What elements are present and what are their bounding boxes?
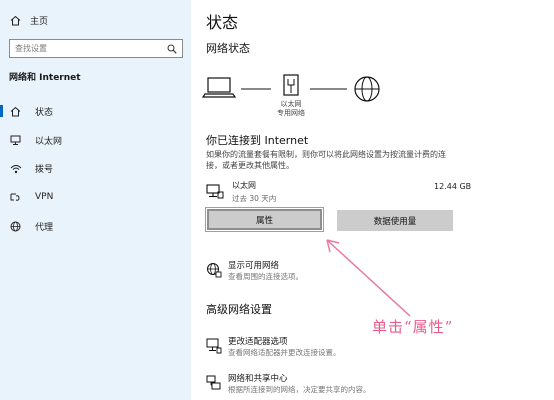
sidebar-section-label: 网络和 Internet bbox=[9, 73, 81, 83]
sidebar-item-label: 以太网 bbox=[35, 136, 63, 147]
sharing-center-title: 网络和共享中心 bbox=[228, 374, 288, 384]
main-content: 状态 网络状态 以太网 专用网络 你已连接到 Internet 如果你的流量套餐… bbox=[191, 0, 554, 400]
sidebar-item-label: 代理 bbox=[35, 222, 54, 233]
sidebar-item-vpn[interactable]: VPN bbox=[0, 187, 191, 207]
annotation-text: 单击“属性” bbox=[372, 318, 454, 336]
connected-description: 如果你的流量套餐有限制，则你可以将此网络设置为按流量计费的连接，或者更改其他属性… bbox=[206, 150, 446, 170]
advanced-settings-title: 高级网络设置 bbox=[206, 303, 272, 316]
show-networks-link[interactable]: 显示可用网络 查看周围的连接选项。 bbox=[206, 259, 406, 287]
search-icon[interactable] bbox=[167, 44, 177, 54]
ethernet-network-icon bbox=[206, 184, 224, 199]
adapter-caption: 以太网 专用网络 bbox=[266, 100, 316, 118]
adapter-network-type: 专用网络 bbox=[277, 109, 305, 117]
network-data-used: 12.44 GB bbox=[434, 182, 472, 191]
sidebar-item-status[interactable]: 状态 bbox=[0, 101, 191, 121]
data-usage-button[interactable]: 数据使用量 bbox=[337, 210, 453, 231]
change-adapter-options-link[interactable]: 更改适配器选项 查看网络适配器并更改连接设置。 bbox=[206, 335, 406, 363]
home-status-icon bbox=[10, 106, 24, 117]
home-label: 主页 bbox=[30, 16, 49, 27]
network-sharing-center-link[interactable]: 网络和共享中心 根据所连接到的网络，决定要共享的内容。 bbox=[206, 372, 406, 400]
show-networks-desc: 查看周围的连接选项。 bbox=[228, 272, 303, 281]
globe-network-icon bbox=[207, 263, 222, 278]
internet-globe-icon bbox=[354, 76, 380, 102]
network-period: 过去 30 天内 bbox=[232, 194, 277, 203]
ethernet-icon bbox=[10, 135, 24, 146]
connected-title: 你已连接到 Internet bbox=[206, 134, 309, 147]
sidebar-item-proxy[interactable]: 代理 bbox=[0, 216, 191, 236]
network-row: 以太网 过去 30 天内 12.44 GB bbox=[206, 180, 471, 206]
change-adapter-title: 更改适配器选项 bbox=[228, 337, 288, 347]
sidebar-item-label: VPN bbox=[35, 192, 54, 202]
dialup-icon bbox=[10, 163, 24, 174]
sidebar: 主页 网络和 Internet 状态 以太网 bbox=[0, 0, 191, 400]
show-networks-title: 显示可用网络 bbox=[228, 261, 280, 271]
adapter-icon bbox=[206, 338, 222, 354]
vpn-icon bbox=[10, 192, 24, 203]
adapter-name: 以太网 bbox=[280, 100, 302, 108]
home-link[interactable]: 主页 bbox=[10, 12, 48, 28]
search-box[interactable] bbox=[9, 39, 183, 58]
ethernet-adapter-icon bbox=[283, 74, 299, 96]
page-title: 状态 bbox=[206, 13, 239, 32]
change-adapter-desc: 查看网络适配器并更改连接设置。 bbox=[228, 348, 341, 357]
sidebar-item-ethernet[interactable]: 以太网 bbox=[0, 130, 191, 150]
sidebar-item-label: 状态 bbox=[35, 107, 54, 118]
network-name: 以太网 bbox=[232, 181, 256, 190]
globe-icon bbox=[10, 221, 24, 232]
pc-icon bbox=[201, 77, 237, 98]
network-status-title: 网络状态 bbox=[206, 42, 250, 55]
sharing-center-icon bbox=[206, 375, 221, 390]
home-icon bbox=[10, 15, 21, 25]
properties-button[interactable]: 属性 bbox=[207, 209, 322, 230]
sharing-center-desc: 根据所连接到的网络，决定要共享的内容。 bbox=[228, 385, 371, 394]
network-diagram: 以太网 专用网络 bbox=[191, 72, 554, 122]
sidebar-item-label: 拨号 bbox=[35, 164, 54, 175]
sidebar-item-dialup[interactable]: 拨号 bbox=[0, 158, 191, 178]
search-input[interactable] bbox=[15, 44, 167, 53]
